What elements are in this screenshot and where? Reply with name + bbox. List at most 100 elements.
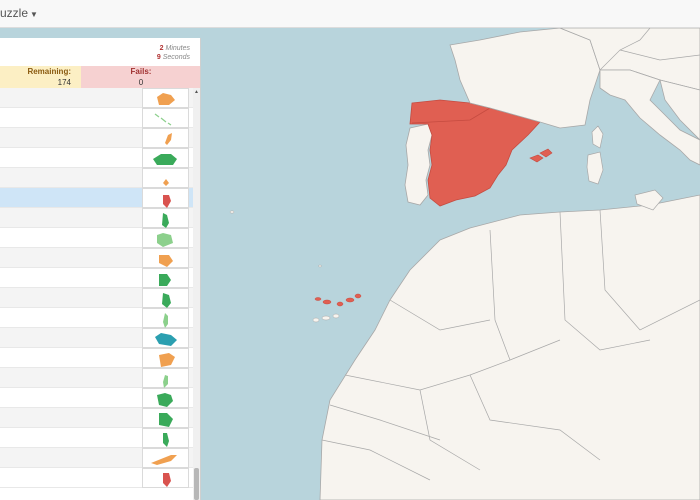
piece-thumbnail[interactable] <box>142 268 189 288</box>
piece-thumbnail[interactable] <box>142 168 189 188</box>
piece-shape <box>155 333 177 346</box>
list-item[interactable] <box>0 328 193 348</box>
piece-shape-icon[interactable] <box>143 409 190 429</box>
fails-stat: Fails: 0 <box>81 66 200 88</box>
timer-minutes-value: 2 <box>159 45 164 52</box>
list-item[interactable] <box>0 268 193 288</box>
piece-thumbnail[interactable] <box>142 348 189 368</box>
chevron-down-icon[interactable]: ▼ <box>30 10 38 19</box>
piece-thumbnail[interactable] <box>142 208 189 228</box>
piece-shape-icon[interactable] <box>143 229 190 249</box>
list-item[interactable] <box>0 408 193 428</box>
list-item[interactable] <box>0 88 193 108</box>
piece-shape-icon[interactable] <box>143 169 190 189</box>
piece-thumbnail[interactable] <box>142 148 189 168</box>
timer-seconds-label: Seconds <box>162 54 190 61</box>
piece-shape <box>159 413 173 427</box>
list-item[interactable] <box>0 368 193 388</box>
remaining-label: Remaining: <box>27 67 71 76</box>
piece-shape <box>163 433 169 447</box>
list-item[interactable] <box>0 188 193 208</box>
piece-shape-icon[interactable] <box>143 269 190 289</box>
piece-thumbnail[interactable] <box>142 468 189 488</box>
piece-shape-icon[interactable] <box>143 389 190 409</box>
fails-label: Fails: <box>130 67 152 76</box>
piece-shape <box>163 375 168 388</box>
top-navbar: uzzle ▼ <box>0 0 700 28</box>
piece-thumbnail[interactable] <box>142 188 189 208</box>
list-item[interactable] <box>0 208 193 228</box>
timer-minutes-label: Minutes <box>165 45 190 52</box>
piece-shape-icon[interactable] <box>143 349 190 369</box>
piece-shape-icon[interactable] <box>143 209 190 229</box>
piece-thumbnail[interactable] <box>142 388 189 408</box>
piece-thumbnail[interactable] <box>142 428 189 448</box>
piece-thumbnail[interactable] <box>142 248 189 268</box>
list-item[interactable] <box>0 448 193 468</box>
timer-seconds-value: 9 <box>156 54 161 61</box>
scroll-thumb[interactable] <box>194 468 199 500</box>
piece-shape <box>163 473 171 487</box>
piece-shape <box>151 455 177 465</box>
piece-thumbnail[interactable] <box>142 288 189 308</box>
remaining-stat: Remaining: 174 <box>0 66 81 88</box>
list-item[interactable] <box>0 248 193 268</box>
list-item[interactable] <box>0 468 193 488</box>
list-item[interactable] <box>0 308 193 328</box>
piece-shape-icon[interactable] <box>143 429 190 449</box>
piece-shape <box>163 179 169 186</box>
piece-shape-icon[interactable] <box>143 149 190 169</box>
list-item[interactable] <box>0 168 193 188</box>
piece-shape-icon[interactable] <box>143 109 190 129</box>
piece-shape <box>159 274 171 286</box>
list-item[interactable] <box>0 428 193 448</box>
piece-shape-icon[interactable] <box>143 289 190 309</box>
timer-minutes-line: 2 Minutes <box>157 44 190 53</box>
piece-shape <box>159 353 175 367</box>
piece-thumbnail[interactable] <box>142 448 189 468</box>
piece-shape <box>157 93 175 105</box>
piece-shape <box>157 393 173 407</box>
piece-thumbnail[interactable] <box>142 368 189 388</box>
piece-shape-icon[interactable] <box>143 309 190 329</box>
piece-list <box>0 88 193 500</box>
piece-thumbnail[interactable] <box>142 108 189 128</box>
list-item[interactable] <box>0 128 193 148</box>
piece-shape-icon[interactable] <box>143 249 190 269</box>
piece-thumbnail[interactable] <box>142 88 189 108</box>
fails-value: 0 <box>138 78 144 87</box>
portugal[interactable] <box>404 123 433 206</box>
piece-thumbnail[interactable] <box>142 308 189 328</box>
puzzle-menu-label[interactable]: uzzle <box>0 6 28 20</box>
piece-shape <box>159 255 173 267</box>
piece-shape-icon[interactable] <box>143 189 190 209</box>
list-item[interactable] <box>0 148 193 168</box>
piece-thumbnail[interactable] <box>142 228 189 248</box>
list-item[interactable] <box>0 288 193 308</box>
piece-shape-icon[interactable] <box>143 329 190 349</box>
piece-shape <box>162 293 171 308</box>
piece-shape <box>165 133 172 145</box>
piece-shape <box>157 233 173 247</box>
list-scrollbar[interactable]: ▲ <box>193 88 200 500</box>
piece-shape <box>154 113 172 126</box>
piece-shape <box>163 313 168 328</box>
piece-shape-icon[interactable] <box>143 449 190 469</box>
list-item[interactable] <box>0 228 193 248</box>
piece-shape-icon[interactable] <box>143 369 190 389</box>
piece-shape <box>163 195 171 208</box>
puzzle-menu[interactable]: uzzle ▼ <box>0 6 38 20</box>
list-item[interactable] <box>0 108 193 128</box>
list-item[interactable] <box>0 388 193 408</box>
piece-thumbnail[interactable] <box>142 328 189 348</box>
piece-thumbnail[interactable] <box>142 408 189 428</box>
piece-shape-icon[interactable] <box>143 469 190 489</box>
piece-shape-icon[interactable] <box>143 89 190 109</box>
piece-thumbnail[interactable] <box>142 128 189 148</box>
stats-bar: Remaining: 174 Fails: 0 <box>0 66 200 88</box>
piece-shape-icon[interactable] <box>143 129 190 149</box>
scroll-up-icon[interactable]: ▲ <box>193 88 200 96</box>
timer-seconds-line: 9 Seconds <box>157 53 190 62</box>
list-item[interactable] <box>0 348 193 368</box>
piece-shape <box>162 213 169 228</box>
